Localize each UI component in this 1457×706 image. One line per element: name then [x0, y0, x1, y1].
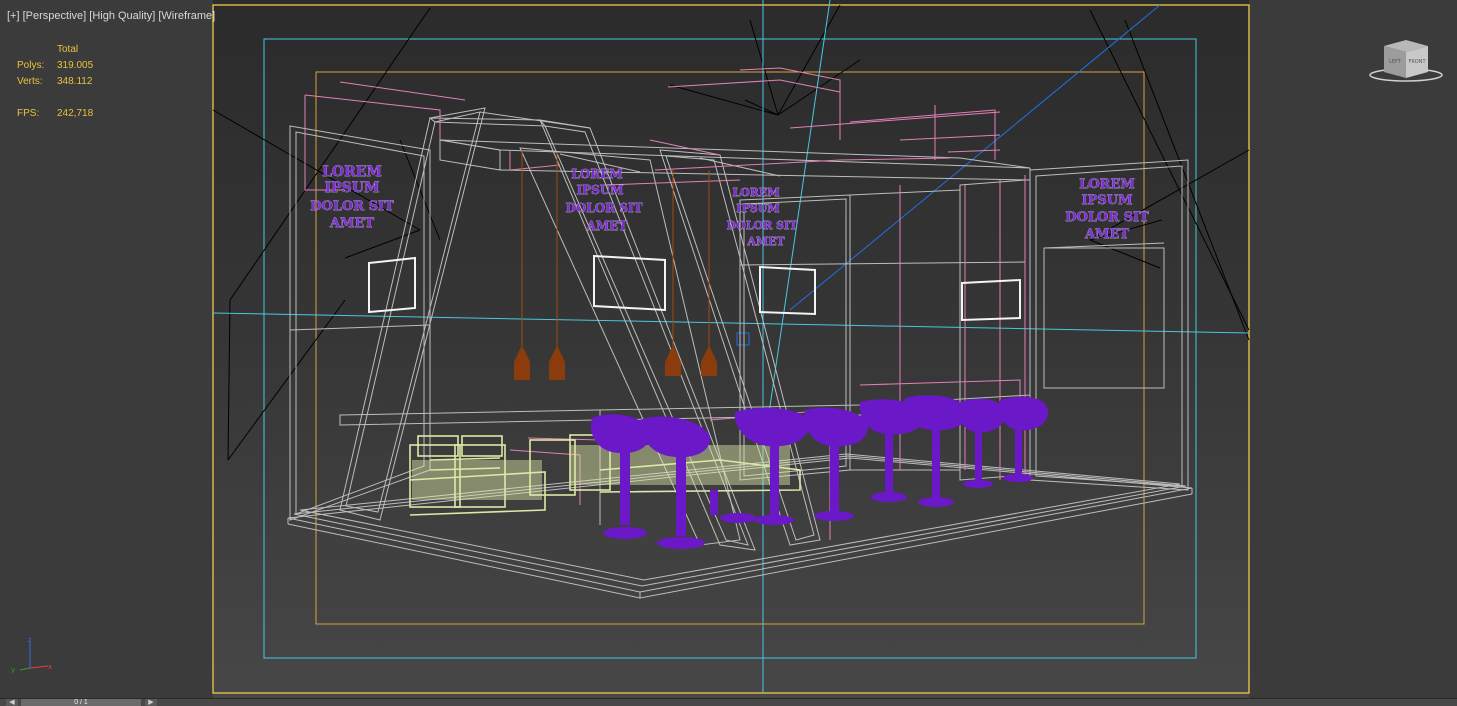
sign-center: LOREM IPSUM DOLOR SIT AMET: [726, 186, 798, 248]
sign-right: LOREM IPSUM DOLOR SIT AMET: [1065, 177, 1149, 242]
stats-fps-row: FPS: 242,718: [17, 106, 93, 122]
viewcube-left-face: LEFT: [1389, 59, 1402, 65]
stats-polys-row: Polys: 319.005: [17, 58, 93, 74]
sign-left-line-3: DOLOR SIT: [310, 199, 394, 214]
sign-left-line-1: LOREM: [322, 164, 382, 180]
stats-verts-value: 348.112: [57, 76, 93, 87]
sign-center-left-line-4: AMET: [586, 219, 628, 233]
sign-left: LOREM IPSUM DOLOR SIT AMET: [310, 164, 394, 231]
sign-center-left-line-2: IPSUM: [576, 183, 623, 197]
stats-spacer: [17, 90, 93, 106]
sign-center-line-1: LOREM: [732, 186, 779, 199]
viewport-shading-quality-menu[interactable]: [High Quality]: [89, 10, 155, 22]
sign-center-line-2: IPSUM: [736, 202, 779, 215]
stats-header: Total: [57, 44, 79, 55]
sign-right-line-2: IPSUM: [1082, 193, 1133, 208]
wireframe-scene[interactable]: LOREM IPSUM DOLOR SIT AMET LOREM IPSUM D…: [0, 0, 1457, 698]
viewport-statistics: Total Polys: 319.005 Verts: 348.112 FPS:…: [17, 42, 93, 122]
sign-center-line-3: DOLOR SIT: [727, 219, 798, 232]
viewport-side-right: [1249, 0, 1457, 698]
sign-center-line-4: AMET: [746, 235, 785, 248]
display-screens: [368, 254, 1021, 322]
axis-x-label: x: [48, 663, 52, 671]
axis-y-label: y: [11, 666, 15, 674]
sign-left-line-4: AMET: [329, 216, 374, 231]
light-gizmo: [736, 332, 750, 346]
viewport-maximize-menu[interactable]: [+]: [7, 10, 20, 22]
stats-polys-label: Polys:: [17, 60, 45, 71]
safe-frame-action: [263, 38, 1197, 659]
viewcube-front-face: FRONT: [1408, 59, 1426, 65]
axis-tripod-icon: z y x: [11, 636, 52, 674]
sign-center-left-line-3: DOLOR SIT: [565, 201, 642, 215]
stats-polys-value: 319.005: [57, 60, 94, 71]
stats-verts-row: Verts: 348.112: [17, 74, 93, 90]
stats-fps-label: FPS:: [17, 108, 40, 119]
sign-right-line-4: AMET: [1084, 227, 1129, 242]
viewcube-icon[interactable]: LEFT FRONT: [1368, 38, 1444, 84]
viewport-label-menu: [+] [Perspective] [High Quality] [Wirefr…: [7, 10, 215, 22]
stats-fps-value: 242,718: [57, 108, 94, 119]
sign-right-line-1: LOREM: [1079, 177, 1135, 192]
viewport-point-of-view-menu[interactable]: [Perspective]: [23, 10, 87, 22]
stats-verts-label: Verts:: [17, 76, 43, 87]
axis-z-label: z: [28, 636, 32, 644]
grid-axis-horizontal: [212, 312, 1250, 334]
viewport-display-mode-menu[interactable]: [Wireframe]: [158, 10, 215, 22]
sign-right-line-3: DOLOR SIT: [1065, 210, 1149, 225]
sign-center-left-line-1: LOREM: [571, 167, 622, 181]
perspective-viewport[interactable]: LOREM IPSUM DOLOR SIT AMET LOREM IPSUM D…: [0, 0, 1457, 698]
sign-left-line-2: IPSUM: [325, 180, 380, 196]
